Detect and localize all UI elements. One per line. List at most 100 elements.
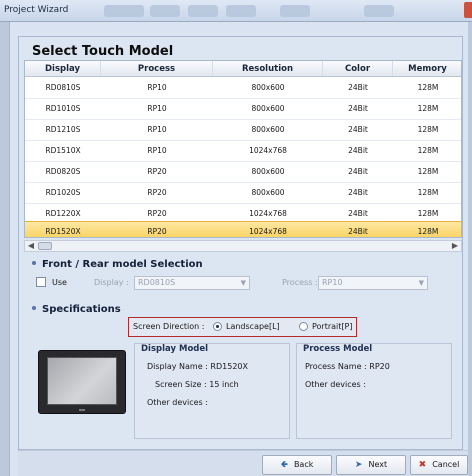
next-button[interactable]: ➤ Next (336, 455, 406, 475)
front-rear-title-text: Front / Rear model Selection (42, 259, 203, 270)
process-select-value: RP10 (322, 278, 343, 287)
specifications-section-title: Specifications (32, 304, 121, 315)
display-label: Display : (94, 278, 129, 287)
cell-display: RD0820S (45, 167, 81, 176)
column-header-color[interactable]: Color (323, 61, 393, 76)
display-name-text: Display Name : RD1520X (147, 362, 248, 371)
front-rear-section-title: Front / Rear model Selection (32, 259, 203, 270)
process-other-devices-text: Other devices : (305, 380, 366, 389)
display-model-title: Display Model (141, 344, 209, 354)
cell-process: RP10 (147, 125, 167, 134)
cell-resolution: 800x600 (251, 104, 285, 113)
back-button[interactable]: 🢀 Back (262, 455, 332, 475)
screen-direction-group: Screen Direction : Landscape[L] Portrait… (128, 317, 357, 337)
cell-display: RD0810S (45, 83, 81, 92)
titlebar-decoration (104, 5, 144, 17)
cell-color: 24Bit (348, 227, 368, 236)
titlebar-decoration (188, 5, 218, 17)
cell-memory: 128M (417, 125, 439, 134)
cell-resolution: 800x600 (251, 83, 285, 92)
cell-color: 24Bit (348, 188, 368, 197)
next-arrow-icon: ➤ (354, 460, 363, 470)
cancel-button-label: Cancel (432, 460, 460, 469)
cell-memory: 128M (417, 188, 439, 197)
titlebar-decoration (364, 5, 394, 17)
cell-process: RP10 (147, 146, 167, 155)
titlebar-decoration (226, 5, 256, 17)
table-header: Display Process Resolution Color Memory (25, 61, 461, 77)
cell-resolution: 800x600 (251, 167, 285, 176)
column-header-resolution[interactable]: Resolution (213, 61, 323, 76)
model-table[interactable]: Display Process Resolution Color Memory … (24, 60, 462, 238)
use-checkbox[interactable] (36, 277, 46, 287)
specifications-title-text: Specifications (42, 304, 121, 315)
column-header-memory[interactable]: Memory (393, 61, 461, 76)
landscape-label[interactable]: Landscape[L] (226, 322, 280, 331)
horizontal-scrollbar[interactable]: ◀ ▶ (24, 240, 462, 252)
process-model-panel: Process Model Process Name : RP20 Other … (296, 343, 452, 439)
cell-color: 24Bit (348, 104, 368, 113)
cell-color: 24Bit (348, 146, 368, 155)
display-select[interactable]: RD0810S ▼ (134, 276, 250, 290)
table-row[interactable]: RD1010S RP10 800x600 24Bit 128M (25, 99, 461, 120)
close-window-button[interactable] (464, 2, 472, 18)
cell-display: RD1210S (45, 125, 81, 134)
cancel-x-icon: ✖ (418, 460, 427, 470)
cell-resolution: 1024x768 (249, 227, 287, 236)
cell-color: 24Bit (348, 167, 368, 176)
table-row[interactable]: RD1020S RP20 800x600 24Bit 128M (25, 183, 461, 204)
cancel-button[interactable]: ✖ Cancel (410, 455, 468, 475)
cell-process: RP10 (147, 83, 167, 92)
scroll-left-icon[interactable]: ◀ (25, 241, 37, 251)
column-header-process[interactable]: Process (101, 61, 213, 76)
device-preview-image (38, 350, 126, 414)
chevron-down-icon: ▼ (418, 279, 424, 287)
process-label: Process : (282, 278, 318, 287)
device-screen (47, 357, 117, 405)
table-row[interactable]: RD0810S RP10 800x600 24Bit 128M (25, 78, 461, 99)
cell-color: 24Bit (348, 83, 368, 92)
cell-resolution: 1024x768 (249, 146, 287, 155)
back-arrow-icon: 🢀 (280, 460, 288, 470)
cell-memory: 128M (417, 104, 439, 113)
table-row[interactable]: RD1510X RP10 1024x768 24Bit 128M (25, 141, 461, 162)
cell-display: RD1010S (45, 104, 81, 113)
column-header-display[interactable]: Display (25, 61, 101, 76)
window-title: Project Wizard (4, 5, 69, 15)
cell-display: RD1510X (45, 146, 81, 155)
title-bar: Project Wizard (0, 0, 472, 22)
chevron-down-icon: ▼ (240, 279, 246, 287)
cell-memory: 128M (417, 167, 439, 176)
cell-process: RP20 (147, 227, 167, 236)
cell-memory: 128M (417, 83, 439, 92)
next-button-label: Next (368, 460, 388, 469)
cell-resolution: 800x600 (251, 188, 285, 197)
titlebar-decoration (150, 5, 180, 17)
table-row-selected[interactable]: RD1520X RP20 1024x768 24Bit 128M (25, 221, 461, 237)
display-other-devices-text: Other devices : (147, 398, 208, 407)
screen-direction-label: Screen Direction : (133, 322, 205, 331)
process-model-title: Process Model (303, 344, 373, 354)
cell-memory: 128M (417, 227, 439, 236)
process-name-text: Process Name : RP20 (305, 362, 390, 371)
cell-process: RP20 (147, 167, 167, 176)
cell-process: RP10 (147, 104, 167, 113)
portrait-radio[interactable] (299, 322, 308, 331)
table-row[interactable]: RD0820S RP20 800x600 24Bit 128M (25, 162, 461, 183)
scrollbar-thumb[interactable] (38, 242, 52, 250)
cell-process: RP20 (147, 188, 167, 197)
back-button-label: Back (293, 460, 314, 469)
cell-display: RD1020S (45, 188, 81, 197)
table-row[interactable]: RD1210S RP10 800x600 24Bit 128M (25, 120, 461, 141)
use-label: Use (52, 278, 67, 287)
landscape-radio[interactable] (213, 322, 222, 331)
scroll-right-icon[interactable]: ▶ (449, 241, 461, 251)
cell-resolution: 800x600 (251, 125, 285, 134)
screen-size-text: Screen Size : 15 inch (155, 380, 239, 389)
bullet-icon (32, 261, 36, 265)
titlebar-decoration (280, 5, 310, 17)
cell-color: 24Bit (348, 125, 368, 134)
cell-display: RD1520X (45, 227, 81, 236)
process-select[interactable]: RP10 ▼ (318, 276, 428, 290)
portrait-label[interactable]: Portrait[P] (312, 322, 352, 331)
